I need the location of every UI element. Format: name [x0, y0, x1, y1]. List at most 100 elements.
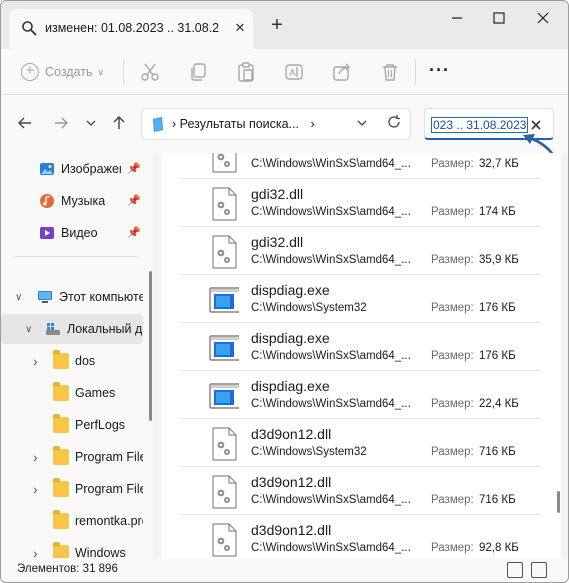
- file-size: 176 КБ: [479, 302, 516, 314]
- file-size: 35,9 КБ: [479, 254, 519, 266]
- list-item[interactable]: dispdiag.exe C:\Windows\System32 Размер: 17…: [181, 275, 541, 323]
- svg-text:A: A: [289, 68, 296, 79]
- rename-icon[interactable]: A: [284, 60, 304, 84]
- file-name: d3d9on12.dll: [251, 426, 332, 442]
- details-view-icon[interactable]: [507, 562, 523, 578]
- folder-icon: [53, 414, 69, 433]
- dll-file-icon: [212, 523, 237, 557]
- breadcrumb-search-results[interactable]: Результаты поиска...: [180, 117, 299, 131]
- close-window-button[interactable]: [523, 7, 563, 29]
- address-bar[interactable]: › Результаты поиска... ›: [141, 108, 411, 140]
- file-size-label: Размер:: [431, 494, 474, 506]
- tab-title: изменен: 01.08.2023 .. 31.08.2: [45, 21, 220, 35]
- sidebar-item-pictures[interactable]: Изображения: [1, 154, 143, 184]
- pin-icon: 📌: [127, 227, 141, 239]
- sidebar-item-label: Program Files: [75, 450, 143, 464]
- share-icon[interactable]: [332, 60, 352, 84]
- exe-file-icon: [209, 383, 239, 409]
- search-results-list: C:\Windows\WinSxS\amd64_... Размер: 32,7 К…: [161, 153, 561, 558]
- up-button[interactable]: [109, 115, 129, 135]
- sidebar-item-label: Музыка: [61, 194, 106, 208]
- sidebar-item-remontka[interactable]: remontka.pro: [1, 506, 143, 536]
- file-name: dispdiag.exe: [251, 330, 330, 346]
- tiles-view-icon[interactable]: [531, 562, 547, 578]
- file-name: d3d9on12.dll: [251, 522, 332, 538]
- chevron-down-icon[interactable]: ∨: [25, 324, 32, 335]
- back-button[interactable]: [15, 115, 35, 135]
- address-row: › Результаты поиска... › 023 .. 31.08.20…: [1, 95, 568, 153]
- sidebar-item-label: Program Files: [75, 482, 143, 496]
- breadcrumb: › Результаты поиска... ›: [172, 117, 315, 131]
- search-tab[interactable]: изменен: 01.08.2023 .. 31.08.2 ✕: [9, 9, 253, 49]
- sidebar-item-video[interactable]: Видео: [1, 218, 143, 248]
- folder-icon: [53, 478, 69, 497]
- exe-file-icon: [209, 335, 239, 361]
- list-item[interactable]: d3d9on12.dll C:\Windows\WinSxS\amd64_... Р…: [181, 467, 541, 515]
- sidebar-item-games[interactable]: Games: [1, 378, 143, 408]
- list-item[interactable]: gdi32.dll C:\Windows\WinSxS\amd64_... Разм…: [181, 227, 541, 275]
- cut-icon[interactable]: [140, 60, 160, 84]
- file-name: dispdiag.exe: [251, 282, 330, 298]
- recent-locations-button[interactable]: [81, 115, 101, 135]
- sidebar-item-label: dos: [75, 354, 96, 368]
- sidebar-item-label: PerfLogs: [75, 418, 126, 432]
- minimize-button[interactable]: [437, 7, 477, 29]
- sidebar-item-local-disk[interactable]: Локальный диск: [1, 314, 143, 344]
- sidebar-item-program-files[interactable]: Program Files: [1, 442, 143, 472]
- file-name: dispdiag.exe: [251, 378, 330, 394]
- dll-file-icon: [212, 427, 237, 461]
- forward-button[interactable]: [51, 115, 71, 135]
- sidebar-item-label: Локальный диск: [67, 322, 143, 336]
- music-icon: [40, 194, 54, 208]
- sidebar-item-program-files-x86[interactable]: Program Files: [1, 474, 143, 504]
- dll-file-icon: [212, 475, 237, 509]
- create-button[interactable]: + Создать ∨: [21, 60, 104, 84]
- search-query[interactable]: 023 .. 31.08.2023: [431, 117, 529, 133]
- refresh-button[interactable]: [386, 114, 402, 134]
- sidebar-item-label: Изображения: [61, 162, 121, 176]
- file-name: gdi32.dll: [251, 234, 304, 250]
- sidebar-item-this-pc[interactable]: Этот компьютер: [1, 282, 143, 312]
- content-scrollbar[interactable]: [557, 491, 560, 513]
- list-item[interactable]: dispdiag.exe C:\Windows\WinSxS\amd64_... Р…: [181, 371, 541, 419]
- file-size-label: Размер:: [431, 206, 474, 218]
- sidebar-item-perflogs[interactable]: PerfLogs: [1, 410, 143, 440]
- folder-icon: [53, 350, 69, 369]
- toolbar-divider: [123, 59, 124, 85]
- file-name: d3d9on12.dll: [251, 474, 332, 490]
- command-bar: + Создать ∨ A ···: [1, 49, 568, 95]
- file-path: C:\Windows\System32: [251, 302, 367, 314]
- paste-icon[interactable]: [236, 60, 256, 84]
- sidebar-divider: [15, 256, 137, 257]
- delete-icon[interactable]: [380, 60, 400, 84]
- new-tab-button[interactable]: +: [266, 15, 288, 37]
- file-path: C:\Windows\WinSxS\amd64_...: [251, 350, 411, 362]
- file-size: 174 КБ: [479, 206, 516, 218]
- sidebar-item-dos[interactable]: dos: [1, 346, 143, 376]
- file-path: C:\Windows\WinSxS\amd64_...: [251, 254, 411, 266]
- file-size: 176 КБ: [479, 350, 516, 362]
- file-size-label: Размер:: [431, 542, 474, 554]
- pin-icon: 📌: [127, 163, 141, 175]
- list-item[interactable]: C:\Windows\WinSxS\amd64_... Размер: 32,7 К…: [181, 153, 541, 179]
- chevron-down-icon: ∨: [97, 66, 105, 77]
- file-size-label: Размер:: [431, 158, 474, 170]
- more-options-button[interactable]: ···: [429, 60, 450, 81]
- sidebar-item-label: remontka.pro: [75, 514, 143, 528]
- address-history-button[interactable]: [356, 117, 368, 132]
- folder-icon: [53, 510, 69, 529]
- create-label: Создать: [45, 65, 93, 79]
- list-item[interactable]: dispdiag.exe C:\Windows\WinSxS\amd64_... Р…: [181, 323, 541, 371]
- file-path: C:\Windows\WinSxS\amd64_...: [251, 206, 411, 218]
- list-item[interactable]: gdi32.dll C:\Windows\WinSxS\amd64_... Разм…: [181, 179, 541, 227]
- list-item[interactable]: d3d9on12.dll C:\Windows\System32 Размер: 71…: [181, 419, 541, 467]
- maximize-button[interactable]: [479, 7, 519, 29]
- sidebar-item-music[interactable]: Музыка: [1, 186, 143, 216]
- sidebar-item-label: Games: [75, 386, 116, 400]
- file-path: C:\Windows\WinSxS\amd64_...: [251, 398, 411, 410]
- list-item[interactable]: d3d9on12.dll C:\Windows\WinSxS\amd64_... Р…: [181, 515, 541, 558]
- tab-close-icon[interactable]: ✕: [231, 19, 249, 37]
- dll-file-icon: [212, 187, 237, 221]
- sidebar-scrollbar[interactable]: [149, 271, 152, 421]
- copy-icon[interactable]: [188, 60, 208, 84]
